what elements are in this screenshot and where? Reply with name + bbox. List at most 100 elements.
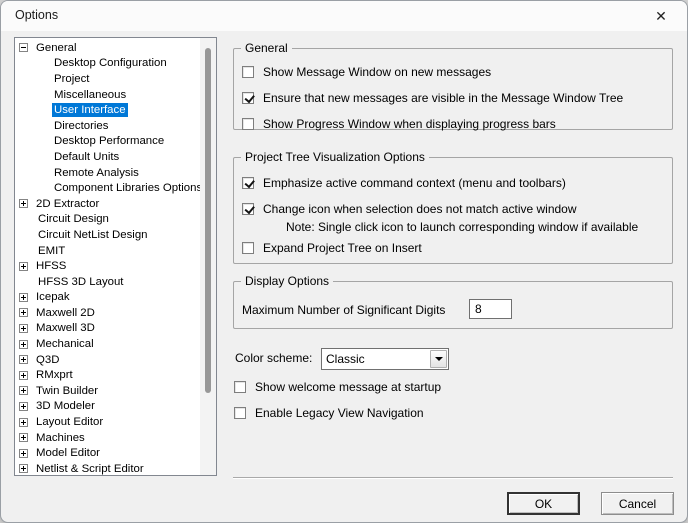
significant-digits-input[interactable]: [469, 299, 512, 319]
tree-item[interactable]: HFSS: [15, 258, 200, 274]
checkbox-label: Show Progress Window when displaying pro…: [263, 117, 556, 131]
tree-item[interactable]: General: [15, 40, 200, 56]
tree-item-label: Miscellaneous: [54, 88, 127, 101]
options-tree[interactable]: General Desktop Configuration Project Misce…: [14, 37, 217, 476]
tree-item[interactable]: Circuit Design: [15, 212, 200, 228]
expander-plus-icon[interactable]: [19, 386, 28, 396]
tree-item[interactable]: Circuit NetList Design: [15, 227, 200, 243]
tree-item-label: Circuit Design: [38, 213, 109, 226]
tree-item[interactable]: 2D Extractor: [15, 196, 200, 212]
tree-item-label: Model Editor: [36, 447, 100, 460]
expander-plus-icon[interactable]: [19, 417, 28, 427]
dialog-title: Options: [15, 8, 59, 22]
checkbox-ensure-messages-visible[interactable]: Ensure that new messages are visible in …: [242, 91, 623, 105]
tree-item[interactable]: Component Libraries Options: [15, 180, 200, 196]
checkbox-expand-project-tree[interactable]: Expand Project Tree on Insert: [242, 241, 422, 255]
expander-plus-icon[interactable]: [19, 401, 28, 411]
checkbox-box[interactable]: [242, 118, 254, 130]
tree-item[interactable]: Model Editor: [15, 445, 200, 461]
tree-item[interactable]: Directories: [15, 118, 200, 134]
expander-plus-icon[interactable]: [19, 339, 28, 349]
tree-item[interactable]: Default Units: [15, 149, 200, 165]
checkbox-box[interactable]: [242, 203, 254, 215]
expander-plus-icon[interactable]: [19, 292, 28, 302]
tree-item[interactable]: Miscellaneous: [15, 87, 200, 103]
tree-item[interactable]: Layout Editor: [15, 414, 200, 430]
checkbox-label: Show welcome message at startup: [255, 380, 442, 394]
expander-plus-icon[interactable]: [19, 355, 28, 365]
tree-item-label: RMxprt: [36, 369, 73, 382]
significant-digits-label: Maximum Number of Significant Digits: [242, 303, 446, 317]
color-scheme-select[interactable]: Classic: [321, 348, 449, 370]
checkbox-label: Emphasize active command context (menu a…: [263, 176, 566, 190]
tree-item-label: Desktop Configuration: [54, 57, 167, 70]
tree-item[interactable]: Maxwell 3D: [15, 321, 200, 337]
checkbox-label: Expand Project Tree on Insert: [263, 241, 422, 255]
group-project-tree: Project Tree Visualization Options Empha…: [233, 150, 673, 264]
expander-plus-icon[interactable]: [19, 261, 28, 271]
checkbox-box[interactable]: [242, 242, 254, 254]
tree-item-list: General Desktop Configuration Project Misce…: [15, 40, 200, 475]
expander-plus-icon[interactable]: [19, 433, 28, 443]
tree-item[interactable]: Q3D: [15, 352, 200, 368]
tree-item[interactable]: Desktop Performance: [15, 134, 200, 150]
tree-item-label: General: [36, 41, 77, 54]
close-icon[interactable]: ✕: [649, 6, 673, 26]
ok-button[interactable]: OK: [507, 492, 580, 515]
tree-item-label: 3D Modeler: [36, 400, 95, 413]
checkbox-show-message-window[interactable]: Show Message Window on new messages: [242, 65, 491, 79]
tree-item-label: Circuit NetList Design: [38, 228, 148, 241]
tree-scrollbar[interactable]: [200, 38, 216, 475]
combo-dropdown-button[interactable]: [430, 350, 447, 368]
tree-item-label: 2D Extractor: [36, 197, 100, 210]
title-bar: Options ✕: [1, 1, 687, 31]
checkbox-label: Ensure that new messages are visible in …: [263, 91, 624, 105]
tree-scrollbar-thumb[interactable]: [205, 48, 211, 393]
checkbox-box[interactable]: [234, 381, 246, 393]
checkbox-legacy-view-navigation[interactable]: Enable Legacy View Navigation: [234, 406, 424, 420]
checkbox-show-welcome[interactable]: Show welcome message at startup: [234, 380, 441, 394]
tree-item[interactable]: Remote Analysis: [15, 165, 200, 181]
tree-item[interactable]: EMIT: [15, 243, 200, 259]
tree-item[interactable]: Netlist & Script Editor: [15, 461, 200, 475]
tree-item-label: Component Libraries Options: [54, 182, 200, 195]
expander-plus-icon[interactable]: [19, 308, 28, 318]
group-display-options-title: Display Options: [241, 274, 334, 288]
checkbox-label: Show Message Window on new messages: [263, 65, 492, 79]
checkbox-emphasize-context[interactable]: Emphasize active command context (menu a…: [242, 176, 566, 190]
expander-plus-icon[interactable]: [19, 323, 28, 333]
tree-item[interactable]: Mechanical: [15, 336, 200, 352]
expander-plus-icon[interactable]: [19, 464, 28, 474]
expander-minus-icon[interactable]: [19, 43, 28, 53]
tree-item[interactable]: Icepak: [15, 290, 200, 306]
checkbox-label: Change icon when selection does not matc…: [263, 202, 577, 216]
color-scheme-value: Classic: [326, 352, 365, 366]
tree-item-label: Remote Analysis: [54, 166, 139, 179]
checkbox-box[interactable]: [242, 92, 254, 104]
tree-item[interactable]: Twin Builder: [15, 383, 200, 399]
tree-item[interactable]: Maxwell 2D: [15, 305, 200, 321]
tree-item-label: Maxwell 3D: [36, 322, 95, 335]
cancel-button[interactable]: Cancel: [601, 492, 674, 515]
tree-item-label: Mechanical: [36, 338, 94, 351]
options-dialog: Options ✕ General Desktop Configuration Pr…: [0, 0, 688, 523]
tree-item[interactable]: Desktop Configuration: [15, 56, 200, 72]
checkbox-show-progress-window[interactable]: Show Progress Window when displaying pro…: [242, 117, 556, 131]
chevron-down-icon: [434, 357, 443, 361]
checkbox-box[interactable]: [242, 66, 254, 78]
checkbox-change-icon[interactable]: Change icon when selection does not matc…: [242, 202, 577, 216]
tree-item-label: Netlist & Script Editor: [36, 462, 144, 475]
checkbox-box[interactable]: [234, 407, 246, 419]
tree-item[interactable]: User Interface: [15, 102, 200, 118]
checkbox-box[interactable]: [242, 177, 254, 189]
expander-plus-icon[interactable]: [19, 370, 28, 380]
footer-separator: [233, 477, 673, 478]
tree-item[interactable]: Project: [15, 71, 200, 87]
tree-item-label: Directories: [54, 119, 109, 132]
expander-plus-icon[interactable]: [19, 448, 28, 458]
tree-item[interactable]: Machines: [15, 430, 200, 446]
expander-plus-icon[interactable]: [19, 199, 28, 209]
tree-item[interactable]: HFSS 3D Layout: [15, 274, 200, 290]
tree-item[interactable]: 3D Modeler: [15, 399, 200, 415]
tree-item[interactable]: RMxprt: [15, 367, 200, 383]
